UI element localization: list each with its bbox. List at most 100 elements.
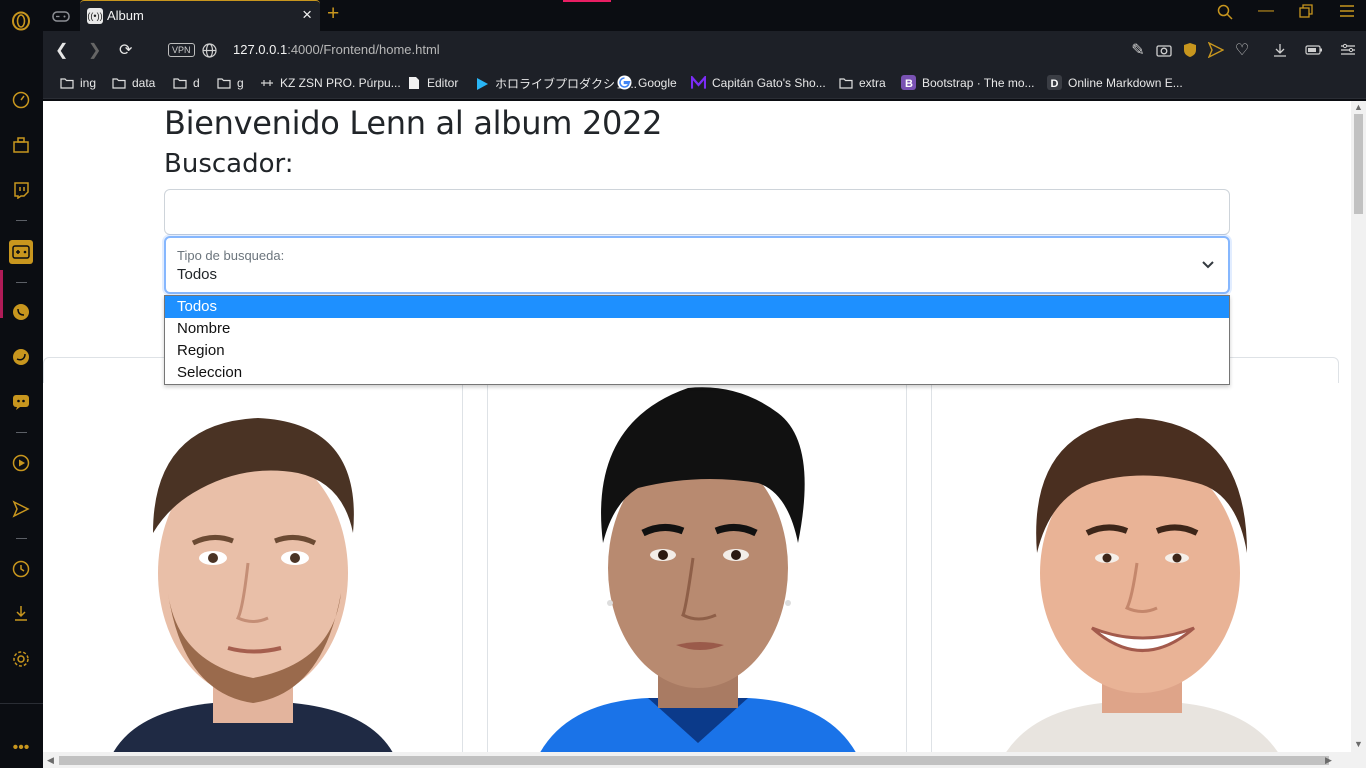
easy-setup-icon[interactable] xyxy=(1339,41,1357,59)
play-icon xyxy=(474,76,489,91)
scroll-up-icon[interactable]: ▲ xyxy=(1354,102,1363,112)
menu-icon[interactable] xyxy=(1339,4,1355,23)
select-option[interactable]: Nombre xyxy=(165,318,1229,340)
history-icon[interactable] xyxy=(10,558,32,580)
sidebar: ••• xyxy=(0,0,43,768)
shield-icon[interactable] xyxy=(1181,41,1199,59)
scroll-left-icon[interactable]: ◀ xyxy=(47,755,54,766)
bookmark-item[interactable]: ホロライブプロダクショ... xyxy=(474,75,637,92)
favicon-icon: ((•)) xyxy=(87,8,103,24)
bookmark-label: ホロライブプロダクショ... xyxy=(495,77,638,91)
opera-logo-icon[interactable] xyxy=(10,10,32,32)
bookmark-label: d xyxy=(193,75,200,90)
page-viewport: Bienvenido Lenn al album 2022 Buscador: … xyxy=(43,101,1351,752)
tab-album[interactable]: ((•)) Album × xyxy=(80,0,320,31)
battery-icon[interactable] xyxy=(1305,41,1323,59)
share-send-icon[interactable] xyxy=(1207,41,1225,59)
bookmark-item[interactable]: Editor xyxy=(406,75,458,90)
heart-icon[interactable]: ♡ xyxy=(1233,41,1251,59)
select-label: Tipo de busqueda: xyxy=(177,248,285,263)
twitter-icon[interactable] xyxy=(10,346,32,368)
more-options-icon[interactable]: ••• xyxy=(10,737,32,759)
speedometer-icon[interactable] xyxy=(10,89,32,111)
restore-icon[interactable] xyxy=(1299,4,1313,23)
bookmark-item[interactable]: g xyxy=(216,75,244,90)
vertical-scrollbar[interactable]: ▲ ▼ xyxy=(1351,101,1366,752)
bookmark-item[interactable]: B Bootstrap · The mo... xyxy=(901,75,1035,90)
tab-title: Album xyxy=(107,8,144,23)
new-tab-icon[interactable]: + xyxy=(327,2,339,26)
twitch-icon[interactable] xyxy=(10,179,32,201)
send-icon[interactable] xyxy=(10,498,32,520)
sidebar-divider xyxy=(0,703,43,704)
bookmark-label: Google xyxy=(638,75,677,90)
back-icon[interactable]: ❮ xyxy=(55,40,68,60)
gamepad-icon[interactable] xyxy=(51,6,71,26)
player-photo xyxy=(1006,418,1278,752)
sidebar-divider xyxy=(16,282,27,283)
player-photo xyxy=(540,387,856,752)
gx-control-icon[interactable] xyxy=(9,240,33,264)
bookmark-item[interactable]: KZ ZSN PRO. Púrpu... xyxy=(259,75,401,90)
address-bar: ❮ ❯ ⟳ VPN 127.0.0.1:4000/Frontend/home.h… xyxy=(43,31,1366,69)
settings-gear-icon[interactable] xyxy=(10,648,32,670)
download-icon[interactable] xyxy=(10,602,32,624)
player-card-2[interactable] xyxy=(487,383,907,752)
horizontal-scrollbar[interactable]: ◀ ▶ xyxy=(43,752,1366,768)
svg-text:D: D xyxy=(1051,78,1059,90)
select-option[interactable]: Todos xyxy=(165,296,1229,318)
discord-icon[interactable] xyxy=(10,391,32,413)
bookmark-item[interactable]: d xyxy=(172,75,200,90)
reload-icon[interactable]: ⟳ xyxy=(119,40,132,60)
search-heading: Buscador: xyxy=(164,149,294,179)
download-icon[interactable] xyxy=(1271,41,1289,59)
bootstrap-icon: B xyxy=(901,75,916,90)
site-icon xyxy=(259,75,274,90)
bookmark-item[interactable]: Google xyxy=(617,75,677,90)
bookmark-item[interactable]: Capitán Gato's Sho... xyxy=(691,75,826,90)
select-option[interactable]: Region xyxy=(165,340,1229,362)
url-path: :4000/Frontend/home.html xyxy=(287,42,440,57)
bag-icon[interactable] xyxy=(10,134,32,156)
url-host: 127.0.0.1 xyxy=(233,42,288,57)
sidebar-divider xyxy=(16,538,27,539)
active-indicator xyxy=(0,270,3,318)
google-icon xyxy=(617,75,632,90)
folder-icon xyxy=(838,75,853,90)
player-icon[interactable] xyxy=(10,452,32,474)
bookmark-label: data xyxy=(132,75,156,90)
bookmark-item[interactable]: D Online Markdown E... xyxy=(1047,75,1183,90)
bookmark-label: Capitán Gato's Sho... xyxy=(712,75,826,90)
url-field[interactable]: 127.0.0.1:4000/Frontend/home.html xyxy=(233,42,440,57)
scroll-down-icon[interactable]: ▼ xyxy=(1354,739,1363,749)
vpn-badge[interactable]: VPN xyxy=(168,43,195,57)
page-title: Bienvenido Lenn al album 2022 xyxy=(164,104,663,142)
edit-icon[interactable]: ✎ xyxy=(1129,41,1147,59)
select-option[interactable]: Seleccion xyxy=(165,362,1229,384)
minimize-icon[interactable]: — xyxy=(1258,2,1274,20)
camera-icon[interactable] xyxy=(1155,41,1173,59)
d-icon: D xyxy=(1047,75,1062,90)
player-photo xyxy=(113,418,393,752)
bookmark-item[interactable]: extra xyxy=(838,75,886,90)
folder-icon xyxy=(172,75,187,90)
bookmark-label: Online Markdown E... xyxy=(1068,75,1183,90)
bookmark-item[interactable]: ing xyxy=(59,75,96,90)
player-card-3[interactable] xyxy=(931,383,1351,752)
horizontal-scroll-thumb[interactable] xyxy=(59,756,1329,765)
select-dropdown: Todos Nombre Region Seleccion xyxy=(164,295,1230,385)
search-type-select[interactable]: Tipo de busqueda: Todos xyxy=(164,236,1230,294)
search-input[interactable] xyxy=(164,189,1230,235)
m-icon xyxy=(691,75,706,90)
globe-icon[interactable] xyxy=(200,41,218,59)
scroll-right-icon[interactable]: ▶ xyxy=(1325,755,1332,766)
bookmark-item[interactable]: data xyxy=(111,75,155,90)
player-card-1[interactable] xyxy=(43,383,463,752)
bookmark-label: ing xyxy=(80,75,97,90)
bookmark-label: Editor xyxy=(427,75,459,90)
forward-icon[interactable]: ❯ xyxy=(88,40,101,60)
whatsapp-icon[interactable] xyxy=(10,301,32,323)
close-tab-icon[interactable]: × xyxy=(302,5,312,25)
search-tabs-icon[interactable] xyxy=(1217,4,1233,25)
vertical-scroll-thumb[interactable] xyxy=(1354,114,1363,214)
